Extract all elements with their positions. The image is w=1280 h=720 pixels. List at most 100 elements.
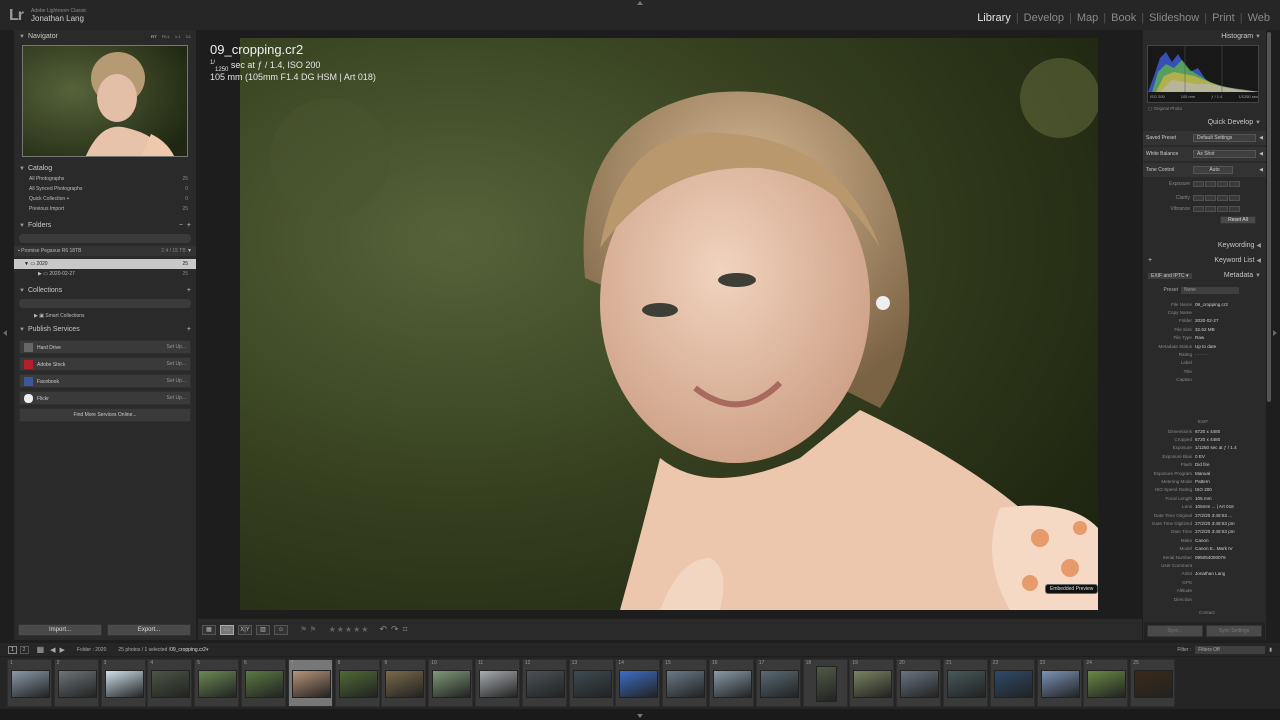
metadata-field-value[interactable]: 095054000076: [1195, 555, 1226, 560]
metadata-field-value[interactable]: 27/2/20 3:48:53 pm: [1195, 529, 1235, 534]
metadata-field-value[interactable]: Canon: [1195, 538, 1209, 543]
folder-search-input[interactable]: [19, 234, 191, 243]
folders-add-icon[interactable]: − +: [179, 222, 191, 229]
collections-add-icon[interactable]: +: [187, 287, 191, 294]
expand-arrow-icon[interactable]: ◀: [1259, 167, 1263, 173]
white-balance-select[interactable]: As Shot: [1193, 150, 1257, 158]
people-view-icon[interactable]: ☺: [274, 624, 288, 635]
filmstrip-thumbnail[interactable]: 12: [521, 659, 567, 707]
filmstrip-thumbnail[interactable]: 21: [943, 659, 988, 707]
navigator-header[interactable]: ▼ Navigator FIT FILL 1:1 3:1: [14, 31, 196, 42]
keywording-header[interactable]: Keywording ◀: [1143, 240, 1266, 251]
original-photo-checkbox[interactable]: ▢ Original Photo: [1148, 106, 1182, 112]
metadata-field-value[interactable]: 09_cropping.cr2: [1195, 302, 1228, 307]
survey-view-icon[interactable]: ▥: [256, 624, 270, 635]
folders-header[interactable]: ▼ Folders − +: [14, 220, 196, 231]
filmstrip-thumbnail[interactable]: 2: [53, 659, 99, 707]
catalog-item[interactable]: Previous Import 25: [14, 204, 196, 214]
volume-row[interactable]: ▪ Promise Pegasus R6 18TB 2.4 / 15 TB ▼: [14, 246, 196, 256]
sync-settings-button[interactable]: Sync Settings: [1206, 625, 1262, 637]
module-web[interactable]: Web: [1248, 12, 1270, 24]
exposure-stepper[interactable]: [1193, 181, 1240, 187]
rotate-left-icon[interactable]: ↶: [379, 624, 387, 635]
expand-arrow-icon[interactable]: ◀: [1259, 135, 1263, 141]
service-setup[interactable]: Set Up...: [167, 361, 186, 367]
metadata-field-value[interactable]: Canon E...Mark IV: [1195, 546, 1233, 551]
module-develop[interactable]: Develop: [1024, 12, 1064, 24]
metadata-field-value[interactable]: 6720 x 4480: [1195, 429, 1220, 434]
metadata-field-value[interactable]: 2020-02-27: [1195, 318, 1219, 323]
grid-view-icon[interactable]: ▦: [37, 645, 45, 654]
metadata-field-value[interactable]: 105 mm: [1195, 496, 1212, 501]
zoom-fit[interactable]: FIT: [151, 34, 157, 39]
filmstrip-thumbnail[interactable]: 5: [194, 659, 240, 707]
volume-menu-icon[interactable]: ▼: [187, 248, 192, 254]
import-button[interactable]: Import...: [18, 624, 102, 636]
rotate-right-icon[interactable]: ↷: [391, 624, 399, 635]
module-library[interactable]: Library: [977, 12, 1011, 24]
metadata-field-value[interactable]: 27/2/20 3:48:53 pm: [1195, 521, 1235, 526]
auto-tone-button[interactable]: Auto: [1193, 166, 1233, 174]
clarity-stepper[interactable]: [1193, 195, 1240, 201]
folder-item-2020-02-27[interactable]: ▶ ▭ 2020-02-27 25: [14, 269, 196, 279]
catalog-header[interactable]: ▼ Catalog: [14, 163, 196, 174]
collapse-bottom-arrow-icon[interactable]: [637, 714, 643, 718]
module-book[interactable]: Book: [1111, 12, 1136, 24]
publish-service-adobe-stock[interactable]: Adobe Stock Set Up...: [19, 357, 191, 371]
module-map[interactable]: Map: [1077, 12, 1098, 24]
compare-view-icon[interactable]: X|Y: [238, 624, 252, 635]
collapse-top-arrow-icon[interactable]: [637, 1, 643, 5]
filmstrip-thumbnail[interactable]: 10: [428, 659, 474, 707]
sync-button[interactable]: Sync...: [1147, 625, 1203, 637]
histogram-header[interactable]: Histogram ▼: [1143, 31, 1266, 42]
collapse-left-arrow-icon[interactable]: [3, 330, 7, 336]
publish-header[interactable]: ▼ Publish Services +: [14, 324, 196, 335]
zoom-1-1[interactable]: 1:1: [175, 34, 181, 39]
publish-add-icon[interactable]: +: [187, 326, 191, 333]
zoom-fill[interactable]: FILL: [162, 34, 170, 39]
collapse-right-arrow-icon[interactable]: [1273, 330, 1277, 336]
expand-arrow-icon[interactable]: ◀: [1259, 151, 1263, 157]
rating-stars[interactable]: ★★★★★: [329, 625, 370, 634]
catalog-item[interactable]: All Synced Photographs 0: [14, 184, 196, 194]
metadata-field-value[interactable]: 105mm ... | Art 018: [1195, 504, 1234, 509]
metadata-field-value[interactable]: Raw: [1195, 335, 1204, 340]
metadata-field-value[interactable]: 1/1250 sec at ƒ / 1.4: [1195, 445, 1237, 450]
navigator-preview[interactable]: [22, 45, 188, 157]
saved-preset-select[interactable]: Default Settings: [1193, 134, 1257, 142]
back-arrow-icon[interactable]: ◀: [50, 646, 55, 654]
filmstrip-thumbnail[interactable]: 11: [475, 659, 520, 707]
filmstrip-thumbnail[interactable]: 16: [709, 659, 754, 707]
metadata-field-value[interactable]: ISO 200: [1195, 487, 1212, 492]
catalog-item[interactable]: Quick Collection + 0: [14, 194, 196, 204]
grid-view-icon[interactable]: ▦: [202, 624, 216, 635]
filmstrip-selected-file[interactable]: 09_cropping.cr2: [170, 647, 206, 653]
find-more-services-button[interactable]: Find More Services Online...: [19, 408, 191, 422]
metadata-field-value[interactable]: Did fire: [1195, 462, 1210, 467]
filmstrip-thumbnail[interactable]: 18: [802, 659, 848, 707]
filmstrip-thumbnail[interactable]: 25: [1130, 659, 1176, 707]
module-slideshow[interactable]: Slideshow: [1149, 12, 1199, 24]
right-panel-scrollbar[interactable]: [1267, 32, 1271, 402]
quick-develop-header[interactable]: Quick Develop ▼: [1143, 117, 1266, 128]
filmstrip-thumbnail[interactable]: 9: [381, 659, 427, 707]
service-setup[interactable]: Set Up...: [167, 395, 186, 401]
service-setup[interactable]: Set Up...: [167, 344, 186, 350]
filmstrip-thumbnail[interactable]: 3: [100, 659, 146, 707]
secondary-window-1[interactable]: 1: [8, 645, 17, 654]
metadata-field-value[interactable]: Jonathan Lang: [1195, 571, 1225, 576]
filmstrip-thumbnail[interactable]: 8: [334, 659, 380, 707]
main-photo[interactable]: [240, 38, 1098, 610]
filmstrip-thumbnail[interactable]: 6: [241, 659, 286, 707]
publish-service-flickr[interactable]: Flickr Set Up...: [19, 391, 191, 405]
filmstrip-thumbnail[interactable]: 7: [287, 659, 333, 707]
filmstrip-thumbnail[interactable]: 4: [147, 659, 193, 707]
flag-icon[interactable]: ⚑ ⚑: [300, 625, 317, 634]
smart-collections-item[interactable]: ▶ ▣ Smart Collections: [14, 311, 196, 321]
filmstrip-thumbnail[interactable]: 13: [568, 659, 614, 707]
module-print[interactable]: Print: [1212, 12, 1235, 24]
filmstrip-thumbnail[interactable]: 14: [615, 659, 661, 707]
filmstrip-thumbnail[interactable]: 23: [1036, 659, 1082, 707]
keyword-list-add-icon[interactable]: +: [1148, 257, 1152, 264]
crop-icon[interactable]: ⌗: [403, 624, 408, 635]
